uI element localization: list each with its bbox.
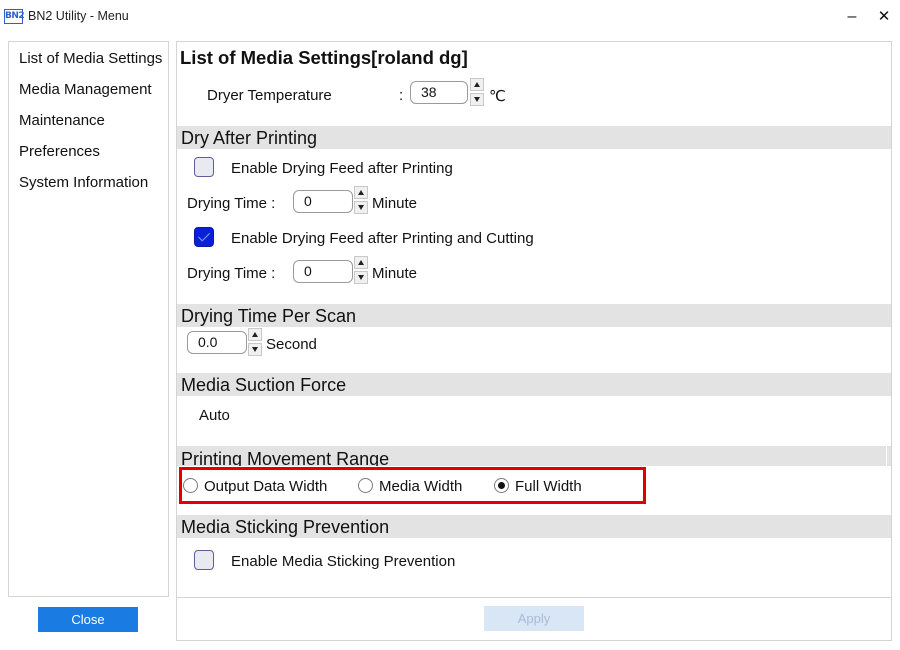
media-width-label: Media Width bbox=[379, 478, 463, 495]
drying-feed-after-cutting-label: Enable Drying Feed after Printing and Cu… bbox=[231, 230, 534, 247]
app-logo-icon: BN2 bbox=[4, 9, 25, 24]
dryer-temperature-input[interactable]: 38 bbox=[410, 81, 468, 104]
radio-full-width[interactable] bbox=[494, 478, 509, 493]
sidebar-item-list-of-media-settings[interactable]: List of Media Settings bbox=[19, 50, 162, 67]
minimize-button[interactable]: – bbox=[838, 6, 866, 28]
media-sticking-prevention-checkbox[interactable] bbox=[194, 550, 214, 570]
drying-feed-after-printing-checkbox[interactable] bbox=[194, 157, 214, 177]
radio-output-data-width[interactable] bbox=[183, 478, 198, 493]
section-header-printing-movement-range: Printing Movement Range bbox=[177, 446, 891, 466]
window-close-button[interactable]: ✕ bbox=[870, 6, 898, 28]
sidebar-item-preferences[interactable]: Preferences bbox=[19, 143, 100, 160]
spin-down-icon[interactable] bbox=[354, 201, 368, 214]
apply-button[interactable]: Apply bbox=[484, 606, 584, 631]
drying-feed-after-cutting-checkbox[interactable] bbox=[194, 227, 214, 247]
drying-time-per-scan-input[interactable]: 0.0 bbox=[187, 331, 247, 354]
media-suction-force-value: Auto bbox=[199, 407, 230, 424]
footer-divider bbox=[177, 597, 891, 598]
sidebar-item-system-information[interactable]: System Information bbox=[19, 174, 148, 191]
drying-feed-after-printing-label: Enable Drying Feed after Printing bbox=[231, 160, 453, 177]
sidebar-nav: List of Media Settings Media Management … bbox=[8, 41, 169, 597]
window-title: BN2 Utility - Menu bbox=[28, 9, 129, 23]
drying-time-cutting-label: Drying Time : bbox=[187, 265, 276, 282]
spin-up-icon[interactable] bbox=[470, 78, 484, 91]
drying-time-cutting-stepper bbox=[354, 256, 368, 284]
section-header-media-sticking-prevention: Media Sticking Prevention bbox=[177, 515, 891, 538]
drying-time-label: Drying Time : bbox=[187, 195, 276, 212]
page-title: List of Media Settings[roland dg] bbox=[180, 47, 468, 68]
spin-down-icon[interactable] bbox=[354, 271, 368, 284]
title-bar: BN2 BN2 Utility - Menu – ✕ bbox=[0, 0, 900, 34]
output-data-width-label: Output Data Width bbox=[204, 478, 328, 495]
drying-time-stepper bbox=[354, 186, 368, 214]
main-panel: List of Media Settings[roland dg] Dryer … bbox=[176, 41, 892, 641]
drying-time-per-scan-unit: Second bbox=[266, 336, 317, 353]
spin-up-icon[interactable] bbox=[354, 256, 368, 269]
drying-time-per-scan-stepper bbox=[248, 328, 262, 356]
full-width-label: Full Width bbox=[515, 478, 582, 495]
dryer-temperature-stepper bbox=[470, 78, 484, 106]
spin-down-icon[interactable] bbox=[470, 93, 484, 106]
media-sticking-prevention-label: Enable Media Sticking Prevention bbox=[231, 553, 456, 570]
spin-up-icon[interactable] bbox=[248, 328, 262, 341]
drying-time-cutting-unit: Minute bbox=[372, 265, 418, 282]
drying-time-unit: Minute bbox=[372, 195, 418, 212]
section-header-drying-time-per-scan: Drying Time Per Scan bbox=[177, 304, 891, 327]
spin-up-icon[interactable] bbox=[354, 186, 368, 199]
radio-media-width[interactable] bbox=[358, 478, 373, 493]
dryer-temperature-unit: ℃ bbox=[489, 88, 506, 105]
dryer-temperature-label: Dryer Temperature bbox=[207, 87, 332, 104]
drying-time-cutting-input[interactable]: 0 bbox=[293, 260, 353, 283]
section-header-dry-after-printing: Dry After Printing bbox=[177, 126, 891, 149]
dryer-temperature-separator: : bbox=[399, 87, 404, 104]
section-header-media-suction-force: Media Suction Force bbox=[177, 373, 891, 396]
sidebar-item-media-management[interactable]: Media Management bbox=[19, 81, 152, 98]
spin-down-icon[interactable] bbox=[248, 343, 262, 356]
close-button[interactable]: Close bbox=[38, 607, 138, 632]
sidebar-item-maintenance[interactable]: Maintenance bbox=[19, 112, 105, 129]
drying-time-input[interactable]: 0 bbox=[293, 190, 353, 213]
